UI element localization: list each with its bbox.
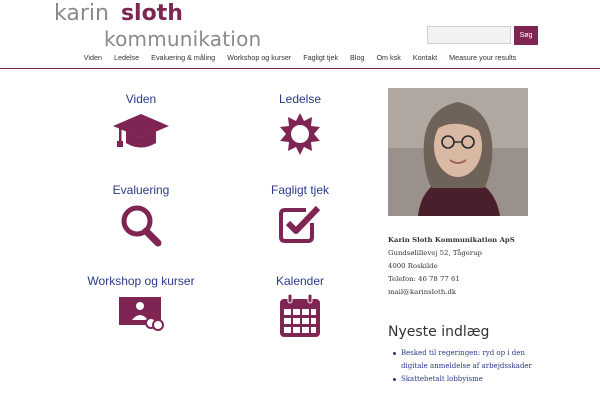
recent-post-link[interactable]: Besked til regeringen: ryd op i den digi…: [392, 347, 532, 373]
logo-word-sloth: sloth: [120, 1, 183, 26]
nav-item-kontakt[interactable]: Kontakt: [407, 50, 443, 69]
logo-word-karin: karin: [54, 1, 109, 26]
recent-posts-list: Besked til regeringen: ryd op i den digi…: [392, 347, 532, 386]
tile-title: Evaluering: [112, 183, 170, 197]
portrait-illustration: [388, 88, 528, 216]
tile-evaluering[interactable]: Evaluering: [66, 183, 216, 247]
nav-item-workshop[interactable]: Workshop og kurser: [221, 50, 297, 69]
recent-post-link[interactable]: Skattebetalt lobbyisme: [392, 373, 532, 386]
nav-item-evaluering[interactable]: Evaluering & måling: [145, 50, 221, 69]
address-line: Gundsølillevej 52, Tågerup: [388, 249, 482, 257]
nav-item-measure[interactable]: Measure your results: [443, 50, 522, 69]
nav-item-om-ksk[interactable]: Om ksk: [370, 50, 406, 69]
graduation-cap-icon: [113, 114, 169, 148]
checkbox-icon: [279, 205, 321, 243]
company-name: Karin Sloth Kommunikation ApS: [388, 236, 515, 244]
tile-kalender[interactable]: Kalender: [225, 274, 375, 338]
nav-item-blog[interactable]: Blog: [344, 50, 370, 69]
calendar-icon: [280, 294, 320, 337]
tile-workshop[interactable]: Workshop og kurser: [66, 274, 216, 332]
nav-item-fagligt-tjek[interactable]: Fagligt tjek: [297, 50, 344, 69]
tile-title: Kalender: [275, 274, 325, 288]
nav-item-ledelse[interactable]: Ledelse: [108, 50, 145, 69]
contact-info: Karin Sloth Kommunikation ApS Gundsølill…: [388, 234, 578, 299]
logo-word-kommunikation: kommunikation: [104, 27, 262, 51]
city-line: 4000 Roskilde: [388, 262, 438, 270]
nav-item-viden[interactable]: Viden: [78, 50, 108, 69]
tile-title: Workshop og kurser: [87, 274, 195, 288]
recent-posts-heading: Nyeste indlæg: [388, 324, 490, 340]
tile-ledelse[interactable]: Ledelse: [225, 92, 375, 156]
presentation-icon: [119, 297, 164, 331]
tile-title: Viden: [125, 92, 157, 106]
tile-title: Ledelse: [278, 92, 322, 106]
search-button[interactable]: Søg: [514, 26, 538, 45]
sun-icon: [280, 113, 320, 155]
site-logo[interactable]: karin sloth kommunikation: [54, 3, 284, 51]
tile-fagligt-tjek[interactable]: Fagligt tjek: [225, 183, 375, 245]
tile-viden[interactable]: Viden: [66, 92, 216, 152]
nav-divider: [0, 68, 600, 69]
email-line: mail@karinsloth.dk: [388, 288, 457, 296]
logo-top-line: karin sloth: [54, 3, 183, 25]
phone-line: Telefon: 46 78 77 61: [388, 275, 460, 283]
search-input[interactable]: [427, 26, 511, 44]
portrait-photo: [388, 88, 528, 216]
main-nav: Viden Ledelse Evaluering & måling Worksh…: [0, 50, 600, 69]
magnifier-icon: [121, 205, 162, 247]
tile-title: Fagligt tjek: [270, 183, 330, 197]
